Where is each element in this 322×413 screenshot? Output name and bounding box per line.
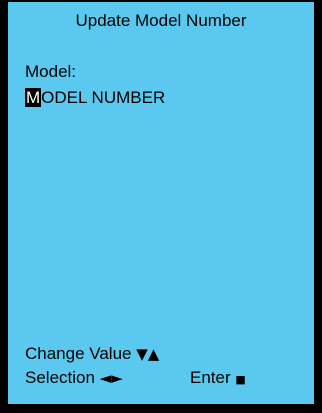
enter-label: Enter	[190, 368, 231, 387]
down-up-arrows-icon: ▼▲	[136, 345, 160, 363]
selection-hint: Selection ◄►	[25, 368, 123, 388]
left-right-arrows-icon: ◄►	[99, 369, 123, 387]
edit-cursor[interactable]: M	[25, 88, 42, 107]
square-icon: ■	[235, 373, 246, 386]
selection-label: Selection	[25, 368, 95, 387]
model-field-label: Model:	[25, 62, 77, 81]
change-value-hint: Change Value ▼▲	[25, 344, 159, 364]
screen-title: Update Model Number	[75, 11, 247, 30]
enter-hint: Enter ■	[190, 368, 246, 390]
change-value-label: Change Value	[25, 344, 132, 363]
device-screen: Update Model Number Model: MODEL NUMBER …	[0, 0, 322, 413]
model-number-rest: ODEL NUMBER	[41, 88, 166, 107]
model-number-value[interactable]: MODEL NUMBER	[25, 88, 165, 108]
